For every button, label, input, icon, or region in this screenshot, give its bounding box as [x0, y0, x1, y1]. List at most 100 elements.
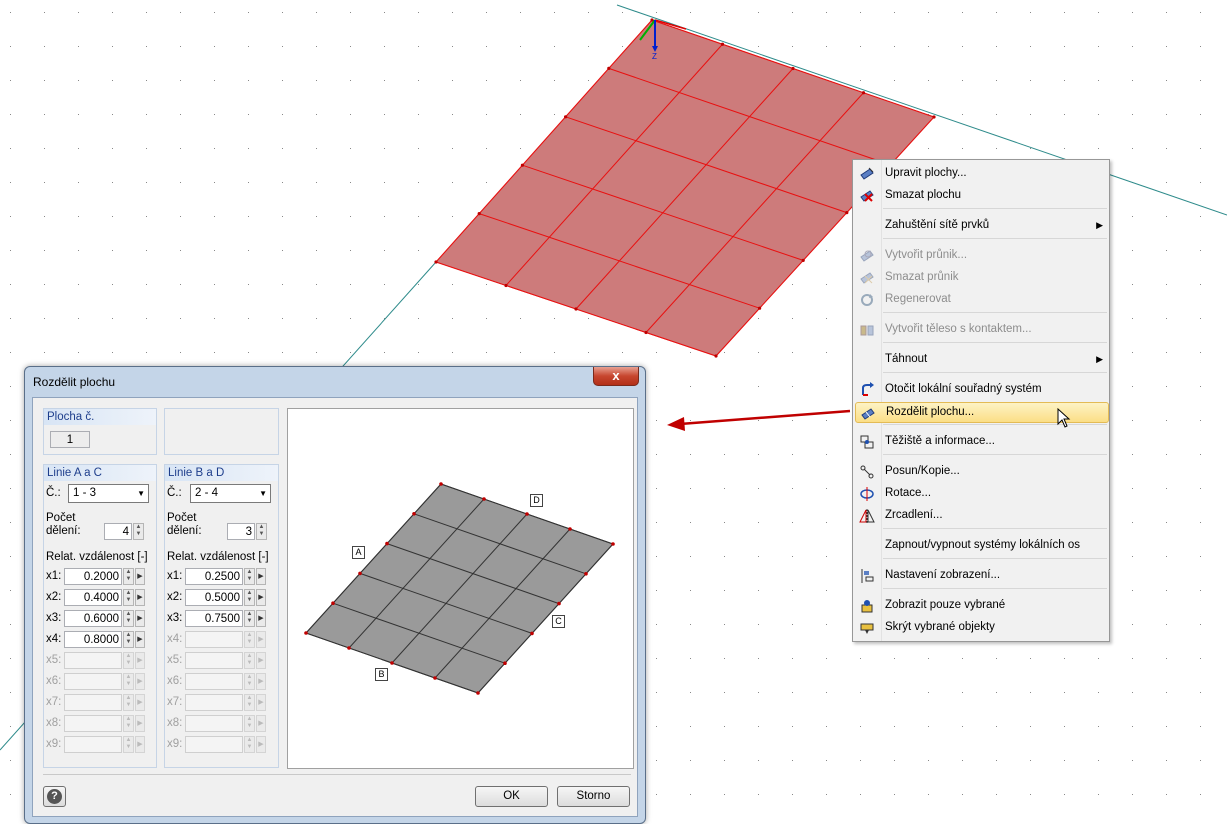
lines-b-d-select[interactable]: 2 - 4 ▼ [190, 484, 271, 503]
distance-spinner[interactable]: ▲ ▼ [123, 589, 134, 606]
distance-spinner[interactable]: ▲ ▼ [244, 589, 255, 606]
distance-spinner[interactable]: ▲ ▼ [244, 652, 255, 669]
close-button[interactable]: x [593, 367, 639, 386]
distance-spinner[interactable]: ▲ ▼ [244, 736, 255, 753]
cancel-button[interactable]: Storno [557, 786, 630, 807]
grid-dot [44, 182, 45, 183]
menu-item-centroid-info[interactable]: Těžiště a informace... [855, 431, 1107, 452]
menu-item-rotate[interactable]: Rotace... [855, 483, 1107, 504]
grid-dot [962, 114, 963, 115]
distance-pick-button[interactable]: ▶ [135, 652, 145, 669]
grid-dot [248, 352, 249, 353]
distance-pick-button[interactable]: ▶ [256, 610, 266, 627]
menu-item-display-settings[interactable]: Nastavení zobrazení... [855, 565, 1107, 586]
menu-item-hide-selected[interactable]: Skrýt vybrané objekty [855, 617, 1107, 638]
distance-spinner[interactable]: ▲ ▼ [123, 715, 134, 732]
distance-input[interactable] [64, 715, 122, 732]
grid-dot [282, 12, 283, 13]
grid-dot [1098, 46, 1099, 47]
lines-a-c-select[interactable]: 1 - 3 ▼ [68, 484, 149, 503]
distance-spinner[interactable]: ▲ ▼ [244, 673, 255, 690]
distance-input[interactable] [185, 736, 243, 753]
grid-dot [10, 386, 11, 387]
menu-item-edit-surfaces[interactable]: Upravit plochy... [855, 163, 1107, 184]
mesh-node [304, 631, 308, 635]
menu-item-toggle-local-axes[interactable]: Zapnout/vypnout systémy lokálních os [855, 535, 1107, 556]
distance-spinner[interactable]: ▲ ▼ [244, 715, 255, 732]
menu-item-delete-intersection[interactable]: Smazat průnik [855, 267, 1107, 288]
distance-spinner[interactable]: ▲ ▼ [123, 568, 134, 585]
distance-input[interactable]: 0.7500 [185, 610, 243, 627]
distance-input[interactable] [185, 631, 243, 648]
menu-item-mirror[interactable]: Zrcadlení... [855, 505, 1107, 526]
division-count-input[interactable]: 3 [227, 523, 255, 540]
menu-item-show-only-selected[interactable]: Zobrazit pouze vybrané [855, 595, 1107, 616]
distance-input[interactable]: 0.5000 [185, 589, 243, 606]
distance-spinner[interactable]: ▲ ▼ [123, 673, 134, 690]
distance-spinner[interactable]: ▲ ▼ [123, 694, 134, 711]
distance-input[interactable] [64, 736, 122, 753]
distance-spinner[interactable]: ▲ ▼ [244, 610, 255, 627]
distance-pick-button[interactable]: ▶ [256, 694, 266, 711]
distance-pick-button[interactable]: ▶ [135, 568, 145, 585]
grid-dot [248, 216, 249, 217]
division-count-spinner[interactable]: ▲ ▼ [256, 523, 267, 540]
distance-input[interactable]: 0.4000 [64, 589, 122, 606]
mesh-node [568, 527, 572, 531]
distance-input[interactable] [185, 673, 243, 690]
menu-item-rotate-local-axes[interactable]: Otočit lokální souřadný systém [855, 379, 1107, 400]
menu-item-create-intersection[interactable]: Vytvořit průnik... [855, 245, 1107, 266]
grid-dot [316, 182, 317, 183]
division-count-spinner[interactable]: ▲ ▼ [133, 523, 144, 540]
distance-spinner[interactable]: ▲ ▼ [123, 736, 134, 753]
distance-input[interactable] [185, 715, 243, 732]
menu-item-delete-surface[interactable]: Smazat plochu [855, 185, 1107, 206]
distance-input[interactable] [185, 652, 243, 669]
distance-input[interactable]: 0.2500 [185, 568, 243, 585]
grid-dot [418, 12, 419, 13]
distance-pick-button[interactable]: ▶ [256, 736, 266, 753]
distance-pick-button[interactable]: ▶ [135, 589, 145, 606]
distance-pick-button[interactable]: ▶ [256, 589, 266, 606]
distance-input[interactable] [64, 652, 122, 669]
grid-dot [1200, 420, 1201, 421]
distance-pick-button[interactable]: ▶ [256, 715, 266, 732]
distance-pick-button[interactable]: ▶ [256, 673, 266, 690]
menu-item-regenerate[interactable]: Regenerovat [855, 289, 1107, 310]
menu-item-label: Vytvořit těleso s kontaktem... [885, 323, 1032, 335]
distance-pick-button[interactable]: ▶ [135, 631, 145, 648]
distance-input[interactable]: 0.6000 [64, 610, 122, 627]
distance-pick-button[interactable]: ▶ [135, 736, 145, 753]
distance-input[interactable] [64, 673, 122, 690]
distance-input[interactable]: 0.2000 [64, 568, 122, 585]
distance-pick-button[interactable]: ▶ [135, 610, 145, 627]
distance-spinner[interactable]: ▲ ▼ [123, 631, 134, 648]
distance-spinner[interactable]: ▲ ▼ [244, 631, 255, 648]
menu-item-create-solid-contact[interactable]: Vytvořit těleso s kontaktem... [855, 319, 1107, 340]
distance-pick-button[interactable]: ▶ [256, 631, 266, 648]
mesh-node [434, 260, 438, 264]
grid-dot [860, 46, 861, 47]
distance-spinner[interactable]: ▲ ▼ [123, 610, 134, 627]
mesh-node [714, 354, 718, 358]
distance-spinner[interactable]: ▲ ▼ [123, 652, 134, 669]
grid-dot [860, 12, 861, 13]
menu-item-mesh-refinement[interactable]: Zahuštění sítě prvků ▶ [855, 215, 1107, 236]
ok-button[interactable]: OK [475, 786, 548, 807]
distance-spinner[interactable]: ▲ ▼ [244, 568, 255, 585]
distance-input[interactable]: 0.8000 [64, 631, 122, 648]
grid-dot [350, 148, 351, 149]
menu-item-extrude[interactable]: Táhnout ▶ [855, 349, 1107, 370]
distance-input[interactable] [185, 694, 243, 711]
division-count-input[interactable]: 4 [104, 523, 132, 540]
distance-pick-button[interactable]: ▶ [135, 715, 145, 732]
distance-pick-button[interactable]: ▶ [135, 673, 145, 690]
help-button[interactable]: ? [43, 786, 66, 807]
menu-item-move-copy[interactable]: Posun/Kopie... [855, 461, 1107, 482]
distance-pick-button[interactable]: ▶ [256, 652, 266, 669]
distance-pick-button[interactable]: ▶ [135, 694, 145, 711]
distance-spinner[interactable]: ▲ ▼ [244, 694, 255, 711]
grid-dot [1132, 590, 1133, 591]
distance-pick-button[interactable]: ▶ [256, 568, 266, 585]
distance-input[interactable] [64, 694, 122, 711]
